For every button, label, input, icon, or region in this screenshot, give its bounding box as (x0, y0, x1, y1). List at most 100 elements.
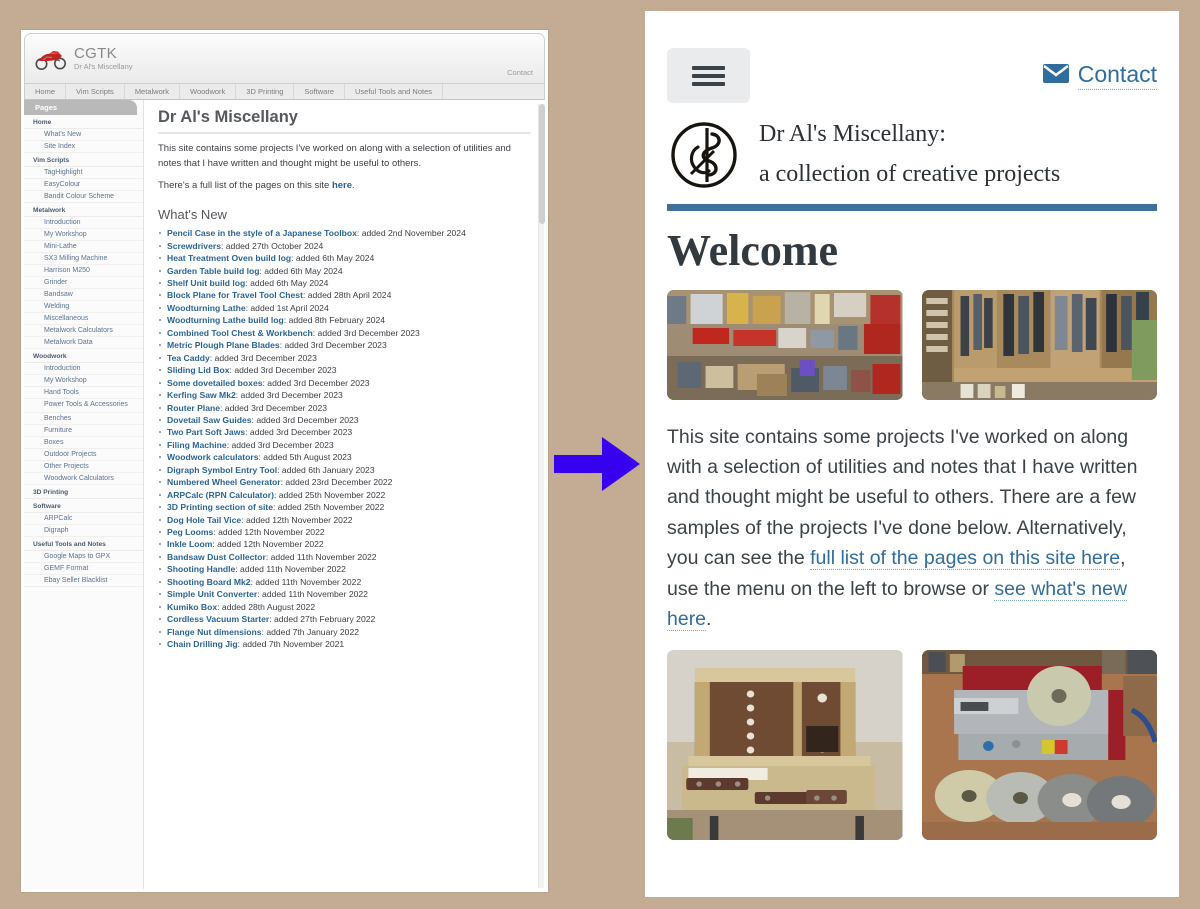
desktop-site-header: CGTK Dr Al's Miscellany Contact (24, 33, 545, 83)
sidebar-item-link[interactable]: My Workshop (24, 229, 143, 241)
sidebar-group-heading[interactable]: Home (24, 115, 143, 129)
here-link[interactable]: here (332, 180, 352, 191)
whats-new-item-link[interactable]: Shooting Board Mk2 (167, 577, 251, 587)
whats-new-item-link[interactable]: Woodturning Lathe build log (167, 315, 284, 325)
sidebar-item-link[interactable]: Metalwork Calculators (24, 325, 143, 337)
whats-new-item-link[interactable]: ARPCalc (RPN Calculator) (167, 490, 274, 500)
whats-new-item-link[interactable]: 3D Printing section of site (167, 502, 273, 512)
desktop-nav-item[interactable]: Vim Scripts (66, 84, 125, 99)
sidebar-item-link[interactable]: Harrison M250 (24, 265, 143, 277)
whats-new-item-date: : added 23rd December 2022 (280, 477, 393, 488)
whats-new-item-link[interactable]: Sliding Lid Box (167, 365, 230, 375)
desktop-nav-item[interactable]: Home (25, 84, 67, 99)
whats-new-item-link[interactable]: Chain Drilling Jig (167, 639, 238, 649)
sidebar-item-link[interactable]: Bandit Colour Scheme (24, 191, 143, 203)
sidebar-item-link[interactable]: Introduction (24, 217, 143, 229)
desktop-nav-item[interactable]: Woodwork (180, 84, 237, 99)
whats-new-item-link[interactable]: Bandsaw Dust Collector (167, 552, 266, 562)
whats-new-item-link[interactable]: Dog Hole Tail Vice (167, 515, 241, 525)
whats-new-item-link[interactable]: Block Plane for Travel Tool Chest (167, 290, 303, 300)
sidebar-item-link[interactable]: Power Tools & Accessories (24, 399, 143, 413)
sidebar-item-link[interactable]: Mini-Lathe (24, 241, 143, 253)
whats-new-item-link[interactable]: Screwdrivers (167, 241, 221, 251)
sidebar-item-link[interactable]: Welding (24, 301, 143, 313)
sidebar-item-link[interactable]: My Workshop (24, 375, 143, 387)
whats-new-item-date: : added 7th January 2022 (261, 626, 360, 637)
whats-new-item-date: : added 12th November 2022 (213, 527, 325, 538)
whats-new-item: Shooting Board Mk2: added 11th November … (158, 576, 531, 588)
desktop-scrollbar[interactable] (538, 104, 545, 888)
full-list-link[interactable]: full list of the pages on this site here (810, 547, 1121, 571)
whats-new-item-link[interactable]: Metric Plough Plane Blades (167, 340, 280, 350)
envelope-icon (1042, 64, 1069, 88)
sidebar-item-link[interactable]: Furniture (24, 425, 143, 437)
desktop-nav-item[interactable]: 3D Printing (236, 84, 295, 99)
sidebar-item-link[interactable]: Metalwork Data (24, 337, 143, 349)
whats-new-item-link[interactable]: Kerfing Saw Mk2 (167, 390, 236, 400)
desktop-nav-item[interactable]: Useful Tools and Notes (345, 84, 444, 99)
hamburger-menu-icon[interactable] (667, 48, 750, 103)
sidebar-group-heading[interactable]: Useful Tools and Notes (24, 537, 143, 551)
whats-new-item-link[interactable]: Some dovetailed boxes (167, 378, 263, 388)
sidebar-item-link[interactable]: EasyColour (24, 179, 143, 191)
whats-new-item-link[interactable]: Garden Table build log (167, 266, 259, 276)
whats-new-item: ARPCalc (RPN Calculator): added 25th Nov… (158, 489, 531, 501)
whats-new-item-date: : added 27th February 2022 (269, 614, 376, 625)
whats-new-item-link[interactable]: Shooting Handle (167, 564, 235, 574)
whats-new-item-link[interactable]: Shelf Unit build log (167, 278, 245, 288)
whats-new-item-link[interactable]: Tea Caddy (167, 353, 210, 363)
desktop-brand[interactable]: CGTK Dr Al's Miscellany (25, 45, 133, 72)
whats-new-item-link[interactable]: Dovetail Saw Guides (167, 415, 252, 425)
sidebar-item-link[interactable]: Hand Tools (24, 387, 143, 399)
whats-new-item-link[interactable]: Combined Tool Chest & Workbench (167, 328, 313, 338)
whats-new-heading: What's New (158, 207, 227, 223)
sidebar-item-link[interactable]: Site Index (24, 141, 143, 153)
whats-new-item-link[interactable]: Woodwork calculators (167, 452, 259, 462)
sidebar-item-link[interactable]: Ebay Seller Blacklist (24, 575, 143, 587)
sidebar-item-link[interactable]: Google Maps to GPX (24, 551, 143, 563)
desktop-scrollbar-thumb[interactable] (539, 104, 545, 224)
sidebar-item-link[interactable]: Miscellaneous (24, 313, 143, 325)
sidebar-group-heading[interactable]: Woodwork (24, 349, 143, 363)
sidebar-item-link[interactable]: SX3 Milling Machine (24, 253, 143, 265)
whats-new-item-link[interactable]: Pencil Case in the style of a Japanese T… (167, 228, 357, 238)
sidebar-item-link[interactable]: Grinder (24, 277, 143, 289)
whats-new-item-link[interactable]: Numbered Wheel Generator (167, 477, 281, 487)
sidebar-item-link[interactable]: Outdoor Projects (24, 449, 143, 461)
sidebar-item-link[interactable]: Benches (24, 413, 143, 425)
sidebar-item-link[interactable]: Introduction (24, 363, 143, 375)
whats-new-item-link[interactable]: Two Part Soft Jaws (167, 427, 245, 437)
sidebar-item-link[interactable]: Woodwork Calculators (24, 473, 143, 485)
whats-new-item-link[interactable]: Kumiko Box (167, 602, 217, 612)
whats-new-item-link[interactable]: Simple Unit Converter (167, 589, 257, 599)
sidebar-item-link[interactable]: Other Projects (24, 461, 143, 473)
sidebar-item-link[interactable]: ARPCalc (24, 513, 143, 525)
whats-new-item: Woodwork calculators: added 5th August 2… (158, 451, 531, 463)
whats-new-item-link[interactable]: Digraph Symbol Entry Tool (167, 465, 277, 475)
mobile-contact-link[interactable]: Contact (1042, 48, 1157, 91)
sidebar-group-heading[interactable]: Vim Scripts (24, 153, 143, 167)
whats-new-item-link[interactable]: Cordless Vacuum Starter (167, 614, 269, 624)
whats-new-item-link[interactable]: Peg Looms (167, 527, 213, 537)
desktop-contact-link[interactable]: Contact (507, 68, 533, 77)
sidebar-item-link[interactable]: Bandsaw (24, 289, 143, 301)
page-title: Dr Al's Miscellany (158, 108, 531, 134)
whats-new-item-link[interactable]: Router Plane (167, 403, 220, 413)
sidebar-group-heading[interactable]: 3D Printing (24, 485, 143, 499)
sidebar-item-link[interactable]: TagHighlight (24, 167, 143, 179)
sidebar-item-link[interactable]: Digraph (24, 525, 143, 537)
whats-new-item-link[interactable]: Woodturning Lathe (167, 303, 246, 313)
whats-new-item-date: : added 11th November 2022 (235, 564, 346, 575)
whats-new-item-link[interactable]: Heat Treatment Oven build log (167, 253, 291, 263)
sidebar-group-heading[interactable]: Software (24, 499, 143, 513)
sidebar-item-link[interactable]: GEMF Format (24, 563, 143, 575)
sidebar-item-link[interactable]: Boxes (24, 437, 143, 449)
sidebar-item-link[interactable]: What's New (24, 129, 143, 141)
desktop-nav-item[interactable]: Software (294, 84, 346, 99)
whats-new-item-link[interactable]: Filing Machine (167, 440, 227, 450)
sidebar-group-heading[interactable]: Metalwork (24, 203, 143, 217)
mobile-site-title-line1: Dr Al's Miscellany: (759, 121, 946, 147)
desktop-nav-item[interactable]: Metalwork (125, 84, 180, 99)
whats-new-item-link[interactable]: Flange Nut dimensions (167, 627, 262, 637)
whats-new-item-link[interactable]: Inkle Loom (167, 539, 212, 549)
